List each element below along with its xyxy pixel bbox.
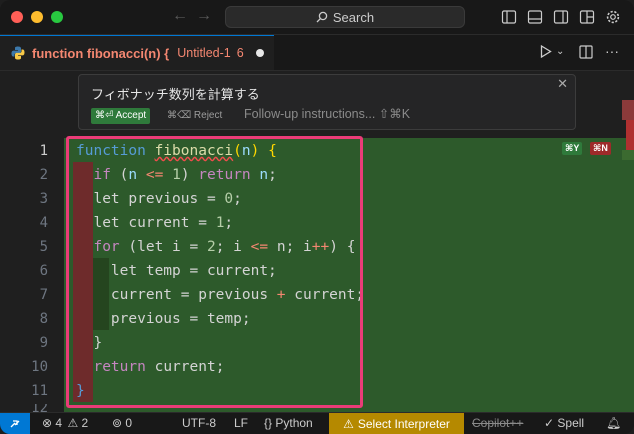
check-icon: ✓	[544, 416, 555, 430]
line-number: 12	[31, 404, 48, 412]
settings-gear-icon[interactable]	[605, 9, 621, 25]
forward-arrow-icon[interactable]: →	[196, 7, 212, 25]
broadcast-icon: ⊚	[112, 416, 123, 430]
title-bar: ← → Search	[0, 0, 634, 35]
run-icon[interactable]	[540, 44, 552, 61]
toggle-primary-sidebar-icon[interactable]	[501, 9, 517, 25]
error-icon: ⊗	[42, 416, 53, 430]
ports-count: 0	[125, 416, 133, 430]
accept-button[interactable]: ⌘⏎ Accept	[91, 108, 151, 124]
language-label: Python	[275, 416, 313, 430]
reject-button[interactable]: ⌘⌫ Reject	[167, 108, 222, 124]
chat-prompt-text: フィボナッチ数列を計算する	[91, 87, 260, 102]
line-number: 8	[39, 311, 48, 327]
back-arrow-icon[interactable]: ←	[172, 7, 188, 25]
more-actions-icon[interactable]: ···	[605, 43, 619, 59]
line-number: 9	[39, 335, 48, 351]
spell-check-indicator[interactable]: ✓ Spell	[544, 416, 584, 430]
followup-input[interactable]: Follow-up instructions... ⇧⌘K	[244, 106, 410, 121]
error-count: 4	[55, 416, 63, 430]
close-window-button[interactable]	[11, 11, 23, 23]
status-bar: ⊗ 4 ⚠ 2 ⊚ 0 UTF-8 LF {} Python ⚠ Select …	[0, 412, 634, 434]
tab-problem-count: 6	[236, 46, 244, 60]
warning-icon: ⚠	[67, 416, 79, 430]
remote-indicator[interactable]	[0, 413, 30, 434]
toggle-secondary-sidebar-icon[interactable]	[553, 9, 569, 25]
unsaved-dot-icon[interactable]	[255, 49, 264, 57]
ports-indicator[interactable]: ⊚ 0	[112, 416, 132, 430]
minimap[interactable]	[618, 100, 634, 160]
reject-diff-badge[interactable]: ⌘N	[590, 142, 611, 155]
close-icon[interactable]: ✕	[557, 76, 568, 92]
encoding-selector[interactable]: UTF-8	[182, 416, 216, 430]
editor-tab-untitled-1[interactable]: function fibonacci(n) { Untitled-1 6	[0, 35, 274, 70]
spell-label: Spell	[557, 416, 585, 430]
tab-title: function fibonacci(n) {	[32, 45, 170, 61]
tab-description: Untitled-1	[177, 46, 231, 60]
highlight-annotation-box	[66, 136, 363, 408]
line-number: 11	[31, 383, 48, 399]
search-label: Search	[332, 9, 375, 25]
command-center-search[interactable]: Search	[225, 6, 465, 28]
inline-chat-widget: フィボナッチ数列を計算する ✕ ⌘⏎ Accept ⌘⌫ Reject Foll…	[78, 74, 576, 130]
minimize-window-button[interactable]	[31, 11, 43, 23]
warning-triangle-icon: ⚠	[343, 417, 354, 431]
split-editor-icon[interactable]	[579, 45, 593, 62]
run-dropdown-chevron-icon[interactable]: ⌄	[556, 46, 564, 57]
tab-bar: function fibonacci(n) { Untitled-1 6	[0, 35, 634, 71]
line-number: 7	[39, 287, 48, 303]
toggle-panel-icon[interactable]	[527, 9, 543, 25]
warning-count: 2	[81, 416, 89, 430]
line-number: 2	[39, 167, 48, 183]
copilot-status[interactable]: Copilot++	[472, 416, 523, 430]
search-icon	[316, 11, 328, 23]
line-number: 6	[39, 263, 48, 279]
accept-diff-badge[interactable]: ⌘Y	[562, 142, 583, 155]
line-number: 3	[39, 191, 48, 207]
line-number-gutter: 1 2 3 4 5 6 7 8 9 10 11 12	[0, 138, 64, 412]
select-interpreter-button[interactable]: ⚠ Select Interpreter	[329, 413, 464, 434]
line-number: 1	[39, 143, 48, 159]
braces-icon: {}	[264, 416, 273, 430]
line-number: 4	[39, 215, 48, 231]
customize-layout-icon[interactable]	[579, 9, 595, 25]
maximize-window-button[interactable]	[51, 11, 63, 23]
language-mode-selector[interactable]: {} Python	[264, 416, 313, 430]
notifications-bell-icon[interactable]: 🔔︎	[606, 416, 621, 430]
remote-icon	[10, 420, 20, 428]
eol-selector[interactable]: LF	[234, 416, 248, 430]
problems-indicator[interactable]: ⊗ 4 ⚠ 2	[42, 416, 88, 430]
python-file-icon	[11, 46, 25, 60]
interpreter-label: Select Interpreter	[357, 417, 450, 431]
line-number: 5	[39, 239, 48, 255]
editor-window: ← → Search function fibonacci(n) {Untit…	[0, 0, 634, 434]
line-number: 10	[31, 359, 48, 375]
